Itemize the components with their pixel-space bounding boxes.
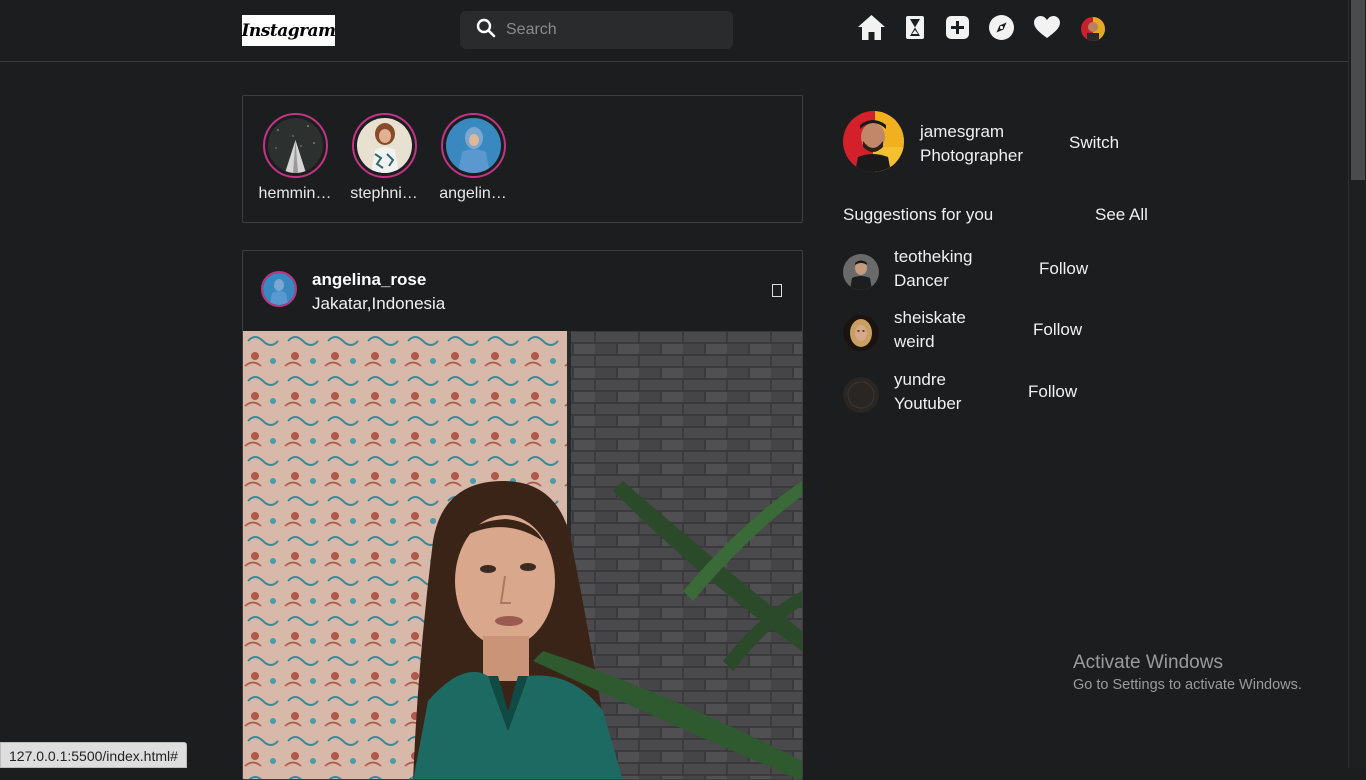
follow-button[interactable]: Follow	[1028, 382, 1077, 402]
instagram-logo[interactable]: Instagram	[241, 15, 336, 46]
see-all-button[interactable]: See All	[1095, 205, 1148, 225]
post-author-avatar[interactable]	[261, 271, 297, 307]
avatar[interactable]	[1081, 17, 1105, 41]
search-icon	[476, 18, 496, 43]
story-avatar	[356, 118, 412, 173]
follow-button[interactable]: Follow	[1039, 259, 1088, 279]
scrollbar-thumb[interactable]	[1351, 0, 1365, 180]
post-options-icon[interactable]	[772, 284, 782, 297]
story-avatar	[445, 118, 501, 173]
switch-account-button[interactable]: Switch	[1069, 133, 1119, 153]
suggestion-avatar[interactable]	[843, 254, 879, 290]
hourglass-icon[interactable]	[905, 15, 925, 40]
search-bar[interactable]	[460, 11, 733, 49]
stories-tray: hemmin… stephni… angelin…	[242, 95, 803, 223]
home-icon[interactable]	[857, 14, 886, 41]
suggestion-avatar[interactable]	[843, 315, 879, 351]
story-ring[interactable]	[440, 113, 506, 178]
story-item[interactable]: angelin…	[433, 113, 513, 203]
post-image[interactable]	[243, 331, 802, 779]
story-username: hemmin…	[258, 185, 332, 202]
story-ring[interactable]	[262, 113, 328, 178]
suggestion-item: yundre Youtuber Follow	[843, 370, 1153, 420]
feed-post: angelina_rose Jakatar,Indonesia	[242, 250, 803, 780]
story-username: angelin…	[439, 185, 507, 202]
heart-icon[interactable]	[1034, 16, 1060, 39]
follow-button[interactable]: Follow	[1033, 320, 1082, 340]
watermark-subtitle: Go to Settings to activate Windows.	[1073, 677, 1302, 693]
story-username: stephni…	[350, 185, 418, 202]
suggestion-username[interactable]: teotheking	[894, 247, 972, 267]
post-header: angelina_rose Jakatar,Indonesia	[243, 251, 802, 331]
current-user-avatar[interactable]	[843, 111, 904, 172]
status-bar-url: 127.0.0.1:5500/index.html#	[0, 742, 187, 768]
add-post-icon[interactable]	[946, 16, 969, 39]
story-avatar	[267, 118, 323, 173]
suggestion-username[interactable]: yundre	[894, 370, 946, 390]
post-author-username[interactable]: angelina_rose	[312, 270, 426, 290]
post-location[interactable]: Jakatar,Indonesia	[312, 294, 445, 314]
suggestion-role: Dancer	[894, 271, 949, 290]
activate-windows-watermark: Activate Windows Go to Settings to activ…	[1073, 652, 1302, 693]
top-navbar: Instagram	[0, 0, 1348, 62]
story-item[interactable]: stephni…	[344, 113, 424, 203]
suggestions-title: Suggestions for you	[843, 205, 994, 224]
suggestion-avatar[interactable]	[843, 377, 879, 413]
watermark-title: Activate Windows	[1073, 652, 1223, 673]
explore-compass-icon[interactable]	[989, 15, 1014, 40]
page-scrollbar[interactable]	[1348, 0, 1366, 768]
suggestion-item: sheiskate weird Follow	[843, 308, 1153, 358]
current-user-username[interactable]: jamesgram	[920, 122, 1004, 142]
suggestion-role: weird	[894, 332, 935, 351]
story-item[interactable]: hemmin…	[255, 113, 335, 203]
suggestion-username[interactable]: sheiskate	[894, 308, 966, 328]
story-ring[interactable]	[351, 113, 417, 178]
search-input[interactable]	[506, 21, 726, 39]
suggestion-item: teotheking Dancer Follow	[843, 247, 1153, 297]
suggestion-role: Youtuber	[894, 394, 962, 413]
current-user-subtitle: Photographer	[920, 146, 1024, 165]
